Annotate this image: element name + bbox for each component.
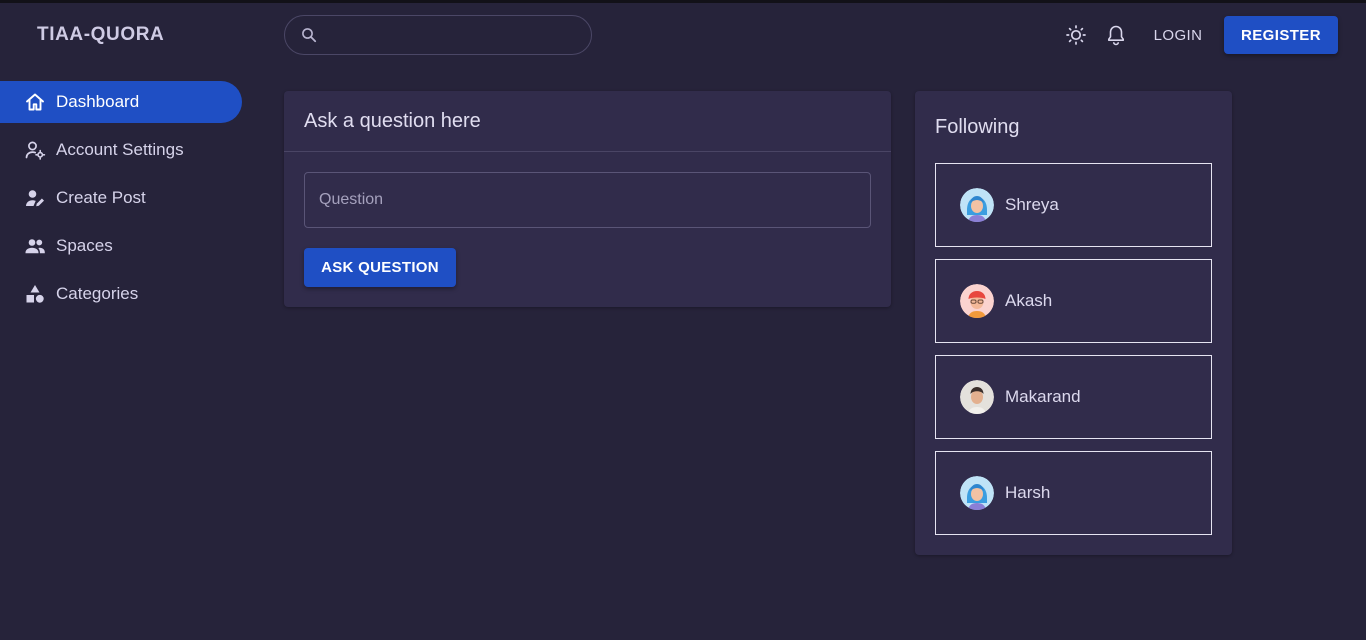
sidebar-item-label: Categories (56, 284, 139, 303)
edit-person-icon (24, 187, 46, 209)
following-user-name: Harsh (1005, 483, 1051, 502)
avatar (960, 188, 994, 222)
sidebar-item-label: Spaces (56, 236, 113, 255)
question-input[interactable] (305, 173, 870, 227)
sidebar-nav: Dashboard Account Settings Create Post S… (0, 81, 242, 321)
divider (284, 151, 891, 152)
search-icon (301, 27, 317, 43)
sidebar-item-label: Create Post (56, 188, 146, 207)
following-panel: Following Shreya Akash Makarand Harsh (915, 91, 1232, 555)
group-icon (24, 235, 46, 257)
notification-bell-icon[interactable] (1105, 24, 1127, 46)
app-logo[interactable]: TIAA-QUORA (37, 24, 164, 46)
following-user-item[interactable]: Akash (935, 259, 1212, 343)
category-shapes-icon (24, 283, 46, 305)
app-header: TIAA-QUORA LOGIN REGISTER (0, 3, 1366, 67)
sidebar-item-spaces[interactable]: Spaces (0, 225, 242, 267)
question-field[interactable] (304, 172, 871, 228)
following-user-item[interactable]: Shreya (935, 163, 1212, 247)
following-user-item[interactable]: Harsh (935, 451, 1212, 535)
avatar (960, 284, 994, 318)
following-user-name: Shreya (1005, 195, 1059, 214)
following-user-name: Akash (1005, 291, 1053, 310)
ask-question-title: Ask a question here (304, 110, 481, 132)
ask-question-button[interactable]: ASK QUESTION (304, 248, 456, 287)
following-title: Following (935, 116, 1020, 138)
search-input[interactable] (325, 16, 585, 54)
register-button[interactable]: REGISTER (1224, 16, 1338, 54)
home-icon (24, 91, 46, 113)
sidebar-item-create-post[interactable]: Create Post (0, 177, 242, 219)
account-settings-icon (24, 139, 46, 161)
sidebar-item-label: Account Settings (56, 140, 184, 159)
avatar (960, 380, 994, 414)
theme-toggle-icon[interactable] (1065, 24, 1087, 46)
following-user-item[interactable]: Makarand (935, 355, 1212, 439)
following-user-name: Makarand (1005, 387, 1081, 406)
sidebar-item-label: Dashboard (56, 92, 140, 111)
avatar (960, 476, 994, 510)
login-button[interactable]: LOGIN (1140, 15, 1216, 55)
sidebar-item-categories[interactable]: Categories (0, 273, 242, 315)
ask-question-card: Ask a question here ASK QUESTION (284, 91, 891, 307)
search-bar[interactable] (284, 15, 592, 55)
sidebar-item-account-settings[interactable]: Account Settings (0, 129, 242, 171)
sidebar-item-dashboard[interactable]: Dashboard (0, 81, 242, 123)
